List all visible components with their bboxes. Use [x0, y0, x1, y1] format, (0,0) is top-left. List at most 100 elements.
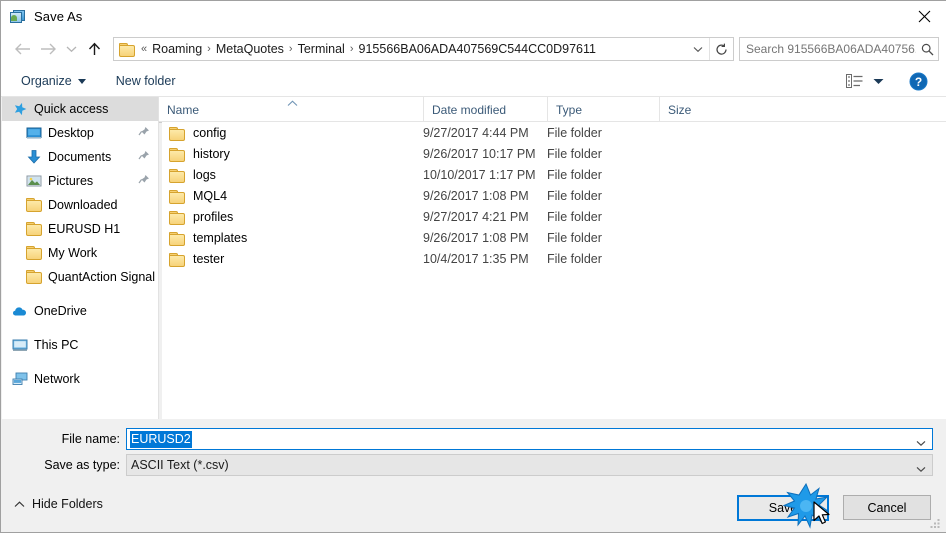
folder-icon: [169, 252, 185, 266]
file-date-modified: 9/26/2017 10:17 PM: [423, 146, 536, 161]
breadcrumb-item-terminal[interactable]: Terminal: [295, 42, 348, 56]
sidebar-item-label: My Work: [48, 246, 98, 260]
save-as-type-select[interactable]: ASCII Text (*.csv): [126, 454, 933, 476]
file-date-modified: 10/10/2017 1:17 PM: [423, 167, 536, 182]
cancel-button[interactable]: Cancel: [843, 495, 931, 520]
file-name: MQL4: [193, 188, 228, 203]
table-row[interactable]: tester 10/4/2017 1:35 PM File folder: [159, 248, 946, 269]
file-list-pane: Name Date modified Type Size config 9/27…: [159, 97, 946, 419]
sidebar-item-eurusd-h1[interactable]: EURUSD H1: [2, 217, 158, 241]
breadcrumb-item-terminal-id[interactable]: 915566BA06ADA407569C544CC0D97611: [356, 42, 599, 56]
table-row[interactable]: profiles 9/27/2017 4:21 PM File folder: [159, 206, 946, 227]
search-input[interactable]: [740, 39, 916, 59]
search-box[interactable]: [739, 37, 939, 61]
back-arrow-icon[interactable]: [9, 36, 35, 62]
close-icon[interactable]: [901, 1, 946, 32]
hide-folders-button[interactable]: Hide Folders: [14, 497, 103, 511]
this-pc-icon: [12, 337, 28, 353]
save-as-icon: [10, 9, 26, 25]
sidebar-item-label: This PC: [34, 338, 79, 352]
column-header-label: Name: [167, 103, 200, 117]
refresh-icon[interactable]: [709, 38, 733, 60]
table-row[interactable]: config 9/27/2017 4:44 PM File folder: [159, 122, 946, 143]
file-pane-scrollbar[interactable]: [159, 97, 162, 419]
breadcrumb-separator: ›: [207, 43, 211, 55]
table-row[interactable]: MQL4 9/26/2017 1:08 PM File folder: [159, 185, 946, 206]
hide-folders-label: Hide Folders: [32, 497, 103, 511]
search-icon[interactable]: [916, 43, 938, 56]
dialog-footer: Hide Folders Save Cancel: [2, 489, 946, 532]
file-name: config: [193, 125, 227, 140]
sidebar-item-downloaded[interactable]: Downloaded: [2, 193, 158, 217]
sidebar-item-network[interactable]: Network: [2, 367, 158, 391]
network-icon: [12, 371, 28, 387]
file-name-label: File name:: [61, 432, 120, 446]
save-as-type-label: Save as type:: [44, 458, 120, 472]
breadcrumb-item-roaming[interactable]: Roaming: [149, 42, 205, 56]
sidebar-item-quantaction-signal[interactable]: QuantAction Signal: [2, 265, 158, 289]
sidebar-item-my-work[interactable]: My Work: [2, 241, 158, 265]
save-form: File name: EURUSD2 Save as type: ASCII T…: [2, 419, 946, 489]
forward-arrow-icon[interactable]: [35, 36, 61, 62]
file-name-input[interactable]: EURUSD2: [126, 428, 933, 450]
sidebar-item-desktop[interactable]: Desktop: [2, 121, 158, 145]
breadcrumb: « Roaming › MetaQuotes › Terminal › 9155…: [139, 42, 687, 56]
breadcrumb-item-metaquotes[interactable]: MetaQuotes: [213, 42, 287, 56]
chevron-down-icon[interactable]: [916, 436, 926, 450]
organize-label: Organize: [21, 74, 72, 88]
view-layout-icon[interactable]: [841, 70, 867, 92]
cancel-button-label: Cancel: [867, 500, 907, 515]
new-folder-button[interactable]: New folder: [108, 71, 184, 91]
star-pin-icon: [12, 101, 28, 117]
table-row[interactable]: templates 9/26/2017 1:08 PM File folder: [159, 227, 946, 248]
folder-icon: [169, 189, 185, 203]
file-type: File folder: [547, 167, 602, 182]
column-header-date-modified[interactable]: Date modified: [423, 97, 547, 121]
column-header-name[interactable]: Name: [159, 97, 423, 121]
save-as-type-row: Save as type: ASCII Text (*.csv): [2, 454, 946, 476]
sidebar-item-documents[interactable]: Documents: [2, 145, 158, 169]
chevron-down-icon[interactable]: [869, 70, 887, 92]
pictures-icon: [26, 173, 42, 189]
toolbar-right-group: ?: [841, 70, 933, 92]
sidebar-item-label: Quick access: [34, 102, 109, 116]
file-type: File folder: [547, 230, 602, 245]
address-bar[interactable]: « Roaming › MetaQuotes › Terminal › 9155…: [113, 37, 734, 61]
pin-icon[interactable]: [138, 174, 150, 187]
sidebar-item-onedrive[interactable]: OneDrive: [2, 299, 158, 323]
organize-button[interactable]: Organize: [13, 71, 94, 91]
table-row[interactable]: logs 10/10/2017 1:17 PM File folder: [159, 164, 946, 185]
chevron-down-icon[interactable]: [687, 46, 709, 53]
resize-grip-icon[interactable]: [929, 516, 942, 529]
column-header-size[interactable]: Size: [659, 97, 737, 121]
column-header-label: Date modified: [432, 103, 507, 117]
recent-locations-chevron-icon[interactable]: [61, 36, 81, 62]
sidebar-item-quick-access[interactable]: Quick access: [2, 97, 158, 121]
save-as-dialog: Save As « Roaming › MetaQuotes › Termina…: [0, 0, 946, 533]
pin-icon[interactable]: [138, 150, 150, 163]
help-button[interactable]: ?: [903, 70, 933, 92]
sidebar-item-label: Desktop: [48, 126, 94, 140]
chevron-down-icon[interactable]: [916, 462, 926, 476]
save-button[interactable]: Save: [737, 495, 829, 521]
file-list: config 9/27/2017 4:44 PM File folder his…: [159, 122, 946, 269]
breadcrumb-overflow[interactable]: «: [139, 43, 149, 55]
sidebar-item-this-pc[interactable]: This PC: [2, 333, 158, 357]
sidebar-item-pictures[interactable]: Pictures: [2, 169, 158, 193]
up-arrow-icon[interactable]: [81, 36, 107, 62]
file-type: File folder: [547, 209, 602, 224]
breadcrumb-separator: ›: [349, 43, 354, 55]
pin-icon[interactable]: [138, 126, 150, 139]
command-toolbar: Organize New folder ?: [1, 66, 946, 97]
folder-icon: [26, 197, 42, 213]
sidebar-item-label: Network: [34, 372, 80, 386]
folder-icon: [169, 147, 185, 161]
folder-icon: [169, 126, 185, 140]
file-type: File folder: [547, 251, 602, 266]
table-row[interactable]: history 9/26/2017 10:17 PM File folder: [159, 143, 946, 164]
folder-icon: [169, 210, 185, 224]
column-header-type[interactable]: Type: [547, 97, 659, 121]
file-type: File folder: [547, 188, 602, 203]
